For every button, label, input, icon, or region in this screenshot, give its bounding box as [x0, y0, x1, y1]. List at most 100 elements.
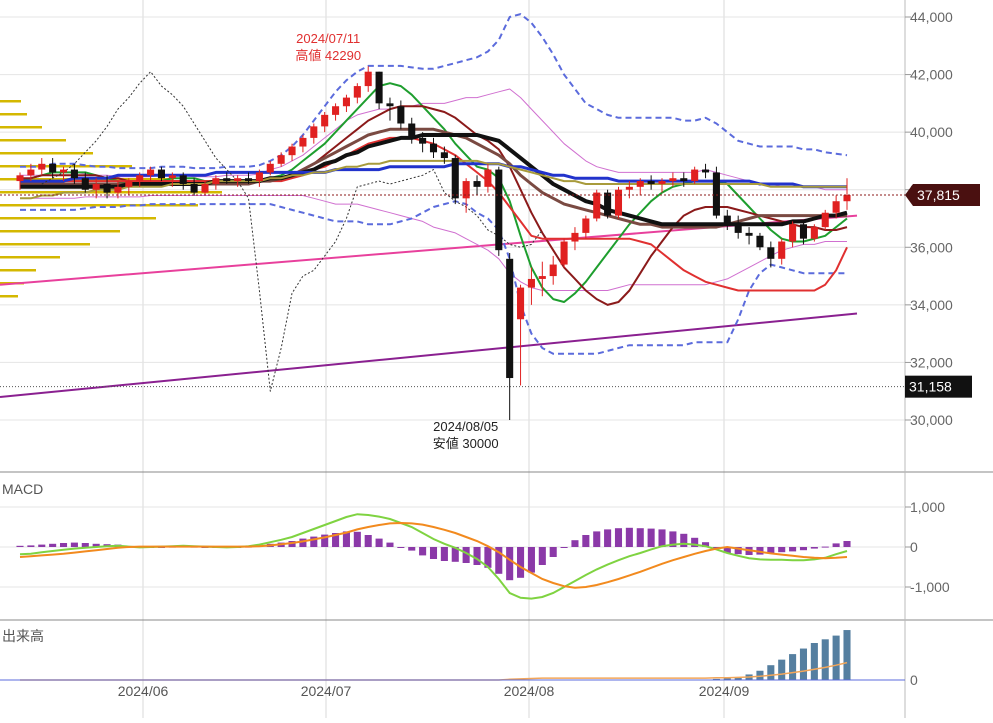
candle-body — [364, 71, 372, 87]
macd-histogram-bar — [810, 547, 818, 549]
x-axis-label: 2024/09 — [699, 683, 750, 699]
macd-histogram-bar — [16, 545, 24, 547]
candle-body — [538, 276, 546, 279]
candle-body — [691, 169, 699, 182]
candle-body — [832, 201, 840, 213]
candle-body — [495, 169, 503, 251]
candle-body — [288, 146, 296, 156]
macd-histogram-bar — [614, 528, 623, 547]
candle-body — [767, 247, 775, 259]
candle-body — [190, 183, 198, 193]
candle-body — [157, 169, 165, 179]
macd-histogram-bar — [658, 529, 666, 547]
macd-histogram-bar — [59, 543, 68, 547]
macd-histogram-bar — [527, 547, 535, 573]
x-axis-label: 2024/08 — [504, 683, 555, 699]
macd-histogram-bar — [549, 547, 557, 557]
macd-histogram-bar — [604, 529, 612, 547]
candle-body — [38, 163, 46, 170]
candle-body — [408, 123, 416, 138]
volume-profile-bar — [0, 217, 156, 220]
volume-bar — [767, 665, 775, 680]
candle-body — [723, 215, 731, 225]
candle-body — [375, 71, 383, 104]
candle-body — [756, 235, 764, 248]
macd-histogram-bar — [506, 547, 514, 581]
macd-histogram-bar — [375, 538, 383, 547]
candle-body — [103, 183, 111, 193]
candle-body — [114, 186, 122, 193]
volume-profile-bar — [0, 152, 93, 155]
volume-profile-bar — [0, 191, 222, 194]
candle-body — [680, 178, 688, 182]
candle-body — [451, 158, 459, 199]
candle-body — [342, 97, 350, 107]
candle-body — [582, 218, 590, 233]
candle-body — [223, 178, 231, 182]
candle-body — [321, 114, 329, 127]
candle-body — [70, 169, 78, 179]
macd-histogram-bar — [397, 547, 405, 548]
candle-body — [440, 152, 448, 159]
volume-ma-line — [20, 661, 848, 681]
candle-body — [244, 178, 253, 182]
candle-body — [255, 172, 263, 182]
candle-body — [647, 181, 655, 184]
stock-chart: 30,00032,00034,00036,00038,00040,00042,0… — [0, 0, 993, 718]
candle-body — [397, 106, 405, 124]
candle-body — [147, 169, 155, 176]
macd-histogram-bar — [408, 547, 416, 551]
candle-body — [473, 181, 481, 187]
candle-body — [560, 241, 568, 265]
macd-histogram-bar — [299, 538, 307, 547]
candle-body — [136, 175, 144, 182]
volume-profile-bar — [0, 256, 60, 259]
candle-body — [778, 241, 786, 259]
candle-body — [712, 172, 720, 216]
volume-bar — [832, 635, 840, 680]
candle-body — [789, 224, 797, 242]
candle-body — [59, 169, 68, 173]
candle-body — [266, 163, 274, 173]
high-annotation-date: 2024/07/11 — [296, 31, 360, 46]
macd-histogram-bar — [419, 547, 427, 556]
candle-body — [201, 183, 209, 193]
candle-body — [571, 232, 579, 242]
candle-body — [179, 175, 187, 184]
macd-histogram-bar — [571, 540, 579, 547]
macd-axis-label: 1,000 — [910, 499, 945, 515]
candle-body — [658, 181, 666, 184]
macd-histogram-bar — [821, 546, 829, 548]
macd-histogram-bar — [353, 531, 361, 547]
high-annotation-value: 高値 42290 — [295, 48, 361, 63]
candle-body — [549, 264, 557, 277]
candle-body — [125, 181, 133, 187]
volume-bar — [789, 654, 797, 680]
volume-bar — [778, 659, 786, 680]
volume-axis-label: 0 — [910, 672, 918, 688]
candle-body — [506, 258, 514, 379]
candle-body — [593, 192, 601, 219]
candle-body — [386, 103, 394, 107]
candle-body — [636, 181, 644, 187]
macd-histogram-bar — [789, 547, 797, 552]
x-axis: 2024/06 2024/07 2024/08 2024/09 — [118, 683, 750, 699]
macd-histogram-bar — [843, 541, 851, 547]
x-axis-label: 2024/07 — [301, 683, 352, 699]
price-axis-label: 30,000 — [910, 412, 953, 428]
candle-body — [843, 195, 851, 202]
macd-histogram-bar — [625, 527, 633, 547]
macd-panel: MACD 1,000 0 -1,000 — [0, 481, 950, 600]
candle-body — [299, 137, 307, 147]
volume-profile-bar — [0, 269, 36, 272]
candle-body — [821, 212, 829, 228]
candle-body — [419, 137, 427, 144]
price-axis-label: 40,000 — [910, 124, 953, 140]
candle-body — [745, 232, 753, 236]
macd-histogram-bar — [49, 543, 57, 547]
macd-histogram-bar — [27, 545, 35, 547]
candle-body — [604, 192, 612, 216]
candle-body — [614, 189, 623, 216]
candle-body — [484, 169, 492, 187]
candle-body — [517, 287, 525, 320]
